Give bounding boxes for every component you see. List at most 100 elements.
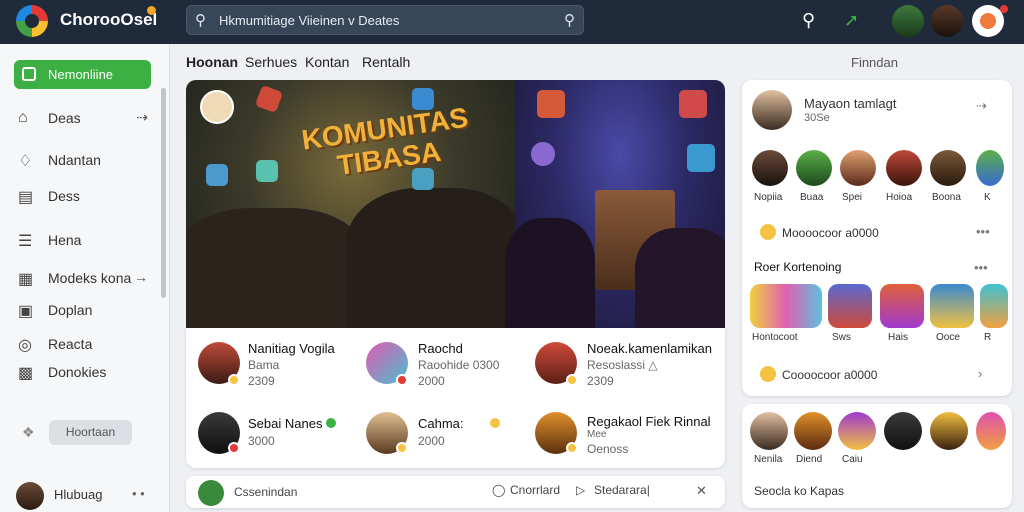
badge-icon: [566, 442, 578, 454]
app-logo-icon[interactable]: [16, 5, 48, 37]
more-icon[interactable]: •••: [974, 260, 988, 275]
section-title: Roer Kortenoing: [754, 260, 842, 274]
composer-bar: Cssenindan ◯ Cnorrlard ▷ Stedarara| ✕: [186, 476, 725, 508]
game-tile[interactable]: [750, 284, 822, 328]
composer-text[interactable]: Cssenindan: [234, 485, 297, 499]
card-name[interactable]: Regakaol Fiek Rinnal: [587, 414, 711, 429]
chat-icon[interactable]: ◯: [492, 483, 505, 497]
sidebar-item-notifications[interactable]: ♢ Ndantan: [18, 150, 158, 172]
chevron-right-icon[interactable]: ›: [978, 366, 982, 381]
avatar[interactable]: [198, 480, 224, 506]
badge-icon: [228, 374, 240, 386]
game-icon: [531, 142, 555, 166]
tab-rentalh[interactable]: Rentalh: [362, 54, 410, 70]
search-input[interactable]: ⚲ Hkmumitiage Viieinen v Deates ⚲: [186, 5, 584, 35]
crowd-shape: [346, 188, 526, 328]
card-sub: Raoohide 0300: [418, 358, 500, 372]
search-query: Hkmumitiage Viieinen v Deates: [219, 13, 400, 28]
search-submit-icon[interactable]: ⚲: [564, 11, 575, 29]
game-icon: [206, 164, 228, 186]
status-icon: [490, 418, 500, 428]
action-1[interactable]: Cnorrlard: [510, 483, 560, 497]
more-icon[interactable]: •••: [976, 224, 990, 239]
badge-icon: [396, 374, 408, 386]
tile-label: Hais: [888, 332, 909, 343]
avatar[interactable]: [930, 412, 968, 450]
sidebar-item-home[interactable]: ⌂ Deas ⇢: [18, 108, 158, 130]
avatar[interactable]: [752, 150, 788, 186]
avatar-label: Boona: [932, 192, 961, 203]
brand-badge: [147, 6, 156, 15]
share-icon[interactable]: ⇢: [976, 98, 987, 114]
sidebar-item-label: Dess: [48, 188, 80, 204]
card-name[interactable]: Raochd: [418, 341, 463, 356]
profile-avatar[interactable]: [752, 90, 792, 130]
card-name[interactable]: Noeak.kamenlamikan: [587, 341, 712, 356]
avatar[interactable]: [750, 412, 788, 450]
arrow-icon: →: [134, 269, 148, 285]
user-menu-icon[interactable]: • •: [132, 486, 145, 501]
crowd-shape: [505, 218, 595, 328]
user-avatar[interactable]: [16, 482, 44, 510]
filter-button[interactable]: Finndan: [851, 55, 898, 70]
game-tile[interactable]: [980, 284, 1008, 328]
avatar[interactable]: [884, 412, 922, 450]
avatar[interactable]: [886, 150, 922, 186]
sidebar-item-dess[interactable]: ▤ Dess: [18, 186, 158, 208]
close-icon[interactable]: ✕: [696, 483, 707, 499]
avatar[interactable]: [796, 150, 832, 186]
sidebar-item-reacta[interactable]: ◎ Reacta: [18, 334, 158, 356]
tile-label: R: [984, 332, 992, 343]
avatar-label: Diend: [796, 454, 823, 465]
user-name[interactable]: Hlubuag: [54, 487, 102, 502]
footer-link[interactable]: Seocla ko Kapas: [754, 484, 844, 498]
app-title[interactable]: ChorooOsel: [60, 10, 157, 30]
avatar[interactable]: [794, 412, 832, 450]
sidebar-item-donokies[interactable]: ▩ Donokies: [18, 362, 158, 384]
sidebar-item-doplan[interactable]: ▣ Doplan: [18, 300, 158, 322]
avatar[interactable]: [930, 150, 966, 186]
notification-badge: [1000, 5, 1008, 13]
game-tile[interactable]: [930, 284, 974, 328]
tab-serhues[interactable]: Serhues: [245, 54, 297, 70]
sidebar-item-label: Donokies: [48, 364, 107, 380]
card-sub: 2000: [418, 434, 445, 448]
sidebar-scrollbar[interactable]: [161, 88, 166, 298]
tab-hoonan[interactable]: Hoonan: [186, 54, 238, 70]
sidebar-item-label: Hena: [48, 232, 82, 248]
card-name[interactable]: Nanitiag Vogila: [248, 341, 335, 356]
sidebar-item-label: Reacta: [48, 336, 93, 352]
avatar[interactable]: [931, 5, 963, 37]
sidebar-button[interactable]: Hoortaan: [49, 420, 132, 445]
stat-text: Moooocoor a0000: [782, 226, 879, 240]
online-icon: [326, 418, 336, 428]
hero-image-left: KOMUNITAS TIBASA: [186, 80, 526, 328]
tab-kontan[interactable]: Kontan: [305, 54, 349, 70]
profile-name[interactable]: Mayaon tamlagt: [804, 96, 897, 111]
avatar[interactable]: [976, 150, 1004, 186]
hero-image-right: [505, 80, 725, 328]
sidebar-item-modeks[interactable]: ▦ Modeks kona →: [18, 268, 158, 290]
sidebar-item-hena[interactable]: ☰ Hena: [18, 230, 158, 252]
play-icon[interactable]: ▷: [576, 483, 585, 497]
avatar[interactable]: [840, 150, 876, 186]
game-tile[interactable]: [828, 284, 872, 328]
tile-label: Sws: [832, 332, 851, 343]
card-count: Oenoss: [587, 442, 629, 456]
avatar[interactable]: [892, 5, 924, 37]
avatar[interactable]: [838, 412, 876, 450]
stat-text: Coooocoor a0000: [782, 368, 878, 382]
card-name[interactable]: Sebai Nanes: [248, 416, 322, 431]
card-name[interactable]: Cahma:: [418, 416, 464, 431]
game-tile[interactable]: [880, 284, 924, 328]
badge-icon: [228, 442, 240, 454]
sidebar-item-active[interactable]: Nemonliine: [14, 60, 151, 89]
hero-avatar[interactable]: [200, 90, 234, 124]
action-2[interactable]: Stedarara|: [594, 483, 650, 497]
crowd-shape: [635, 228, 725, 328]
avatar[interactable]: [976, 412, 1006, 450]
game-icon: [412, 168, 434, 190]
hero-banner[interactable]: KOMUNITAS TIBASA: [186, 80, 725, 328]
search-icon[interactable]: ⚲: [802, 10, 815, 31]
trend-icon[interactable]: ➚: [844, 10, 859, 31]
